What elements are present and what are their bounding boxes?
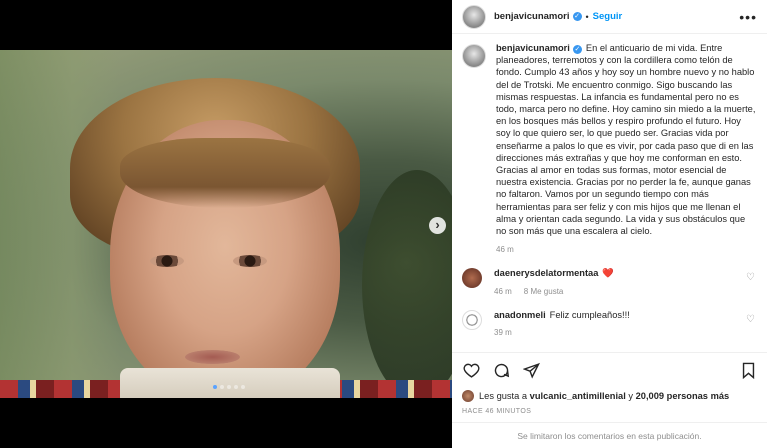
caption-meta: 46 m <box>496 245 757 254</box>
header-username[interactable]: benjavicunamori <box>494 11 570 22</box>
chevron-right-icon[interactable]: › <box>429 217 446 234</box>
comment-likes[interactable]: 8 Me gusta <box>524 287 564 296</box>
heart-icon[interactable]: ♡ <box>746 314 755 325</box>
avatar <box>462 390 474 402</box>
post-header: benjavicunamori ✓ • Seguir ••• <box>452 0 767 34</box>
photo-fringe <box>120 138 330 208</box>
post-photo <box>0 50 452 398</box>
likes-prefix: Les gusta a <box>479 391 528 401</box>
comment-time: 46 m <box>494 287 512 297</box>
avatar[interactable] <box>462 268 482 289</box>
likes-conjunction: y <box>628 391 634 401</box>
caption-time: 46 m <box>496 245 514 255</box>
likes-others[interactable]: 20,009 personas más <box>636 391 730 401</box>
more-icon[interactable]: ••• <box>739 9 757 25</box>
caption-text: benjavicunamori ✓ En el anticuario de mi v… <box>496 42 757 237</box>
post-timestamp: HACE 46 MINUTOS <box>462 408 532 415</box>
caption-username[interactable]: benjavicunamori <box>496 43 570 53</box>
comment-text: anadonmeli Feliz cumpleaños!!! <box>494 310 744 320</box>
post-media: › <box>0 0 452 448</box>
verified-icon: ✓ <box>572 45 582 54</box>
heart-icon[interactable] <box>462 362 480 380</box>
action-bar <box>452 352 767 388</box>
caption: benjavicunamori ✓ En el anticuario de mi v… <box>462 42 757 254</box>
carousel-dot <box>227 385 231 389</box>
comments-list[interactable]: benjavicunamori ✓ En el anticuario de mi v… <box>452 42 767 352</box>
header-separator: • <box>585 11 589 22</box>
list-item: anadonmeli Feliz cumpleaños!!! 39 m ♡ <box>462 310 757 337</box>
comment-username[interactable]: daenerysdelatormentaa <box>494 268 598 278</box>
comment-time: 39 m <box>494 328 512 338</box>
comment-text: daenerysdelatormentaa ❤️ <box>494 268 744 279</box>
likes-user[interactable]: vulcanic_antimillenial <box>530 391 626 401</box>
comment-body: Feliz cumpleaños!!! <box>549 310 630 321</box>
photo-background-right <box>362 170 452 398</box>
avatar[interactable] <box>462 310 482 331</box>
carousel-indicator <box>213 385 245 389</box>
comments-limited-notice: Se limitaron los comentarios en esta pub… <box>452 422 767 448</box>
bookmark-icon[interactable] <box>739 362 757 380</box>
carousel-dot <box>234 385 238 389</box>
post-side-panel: benjavicunamori ✓ • Seguir ••• benjavicu… <box>452 0 767 448</box>
heart-icon[interactable]: ♡ <box>746 272 755 283</box>
photo-mouth <box>185 350 240 364</box>
comment-meta: 46 m 8 Me gusta <box>494 287 744 296</box>
follow-button[interactable]: Seguir <box>593 11 623 22</box>
comment-body: ❤️ <box>602 268 614 279</box>
carousel-dot <box>241 385 245 389</box>
avatar[interactable] <box>462 4 486 29</box>
carousel-dot <box>213 385 217 389</box>
verified-icon: ✓ <box>572 12 582 21</box>
photo-collar <box>120 368 340 398</box>
likes-summary[interactable]: Les gusta a vulcanic_antimillenial y 20,… <box>462 390 729 402</box>
carousel-dot <box>220 385 224 389</box>
caption-body: En el anticuario de mi vida. Entre plane… <box>496 43 756 237</box>
caption-avatar[interactable] <box>462 44 486 68</box>
photo-eye-left <box>150 255 184 267</box>
comment-username[interactable]: anadonmeli <box>494 310 546 320</box>
comment-meta: 39 m <box>494 328 744 337</box>
photo-eye-right <box>233 255 267 267</box>
share-icon[interactable] <box>522 362 540 380</box>
comment-icon[interactable] <box>492 362 510 380</box>
list-item: daenerysdelatormentaa ❤️ 46 m 8 Me gusta ♡ <box>462 268 757 296</box>
